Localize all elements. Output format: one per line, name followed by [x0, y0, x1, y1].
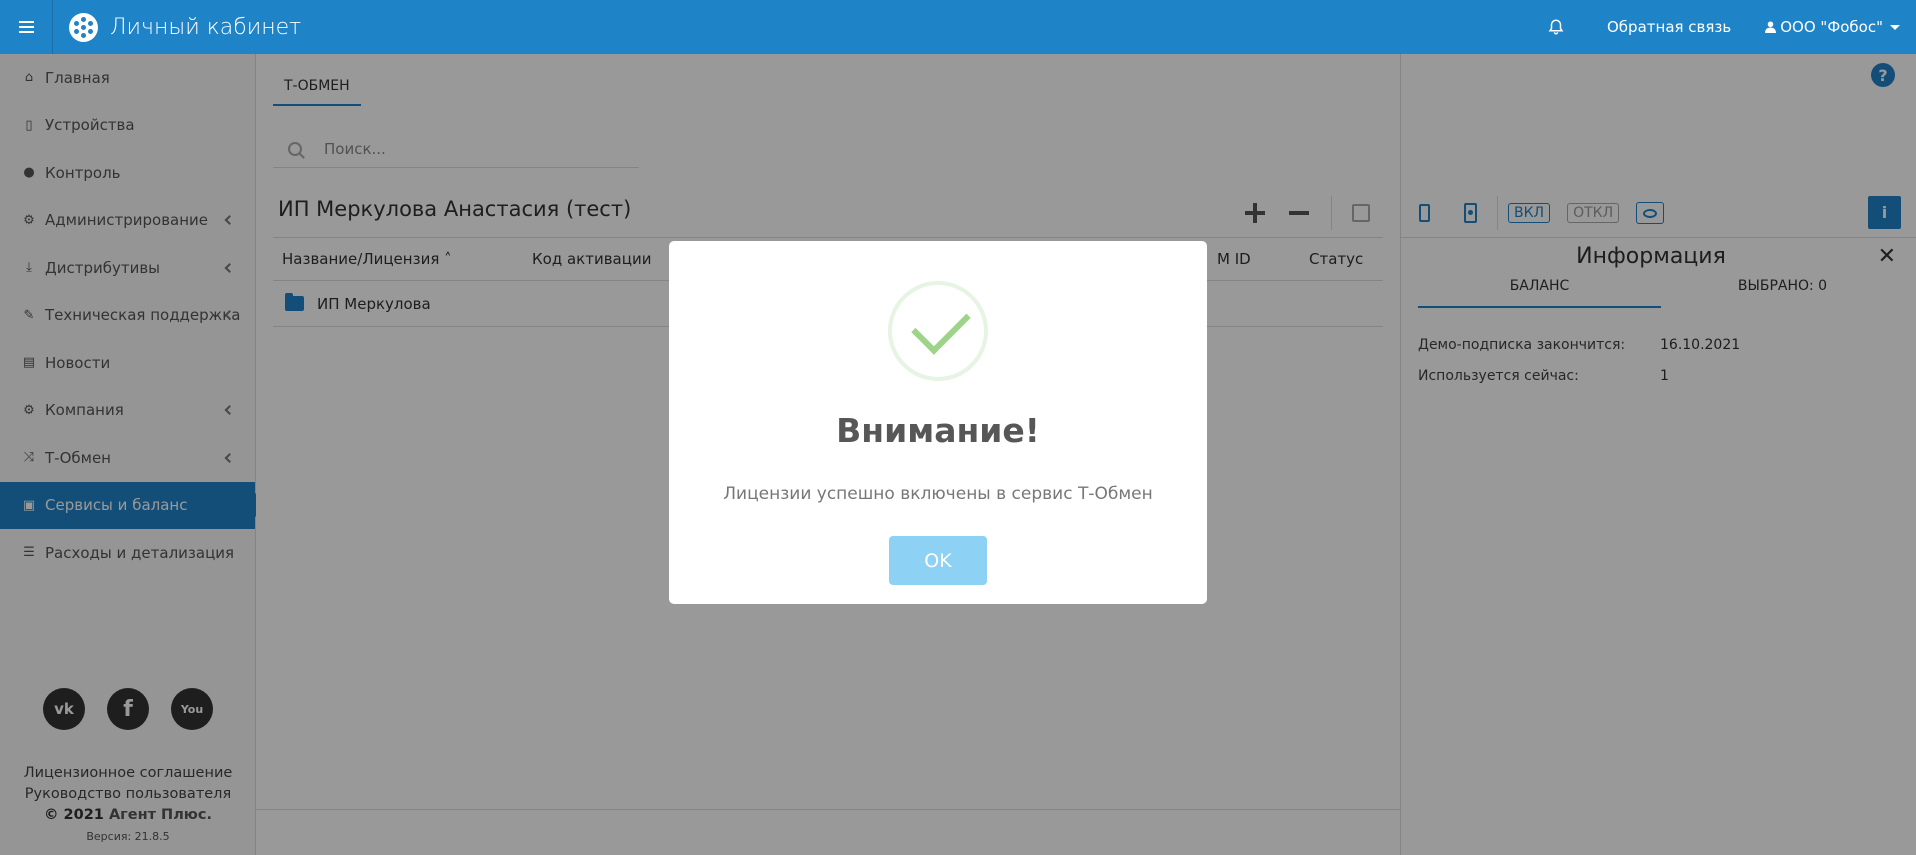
- dialog-title: Внимание!: [836, 411, 1040, 450]
- top-bar: Личный кабинет Обратная связь ООО "Фобос…: [0, 0, 1916, 54]
- feedback-link[interactable]: Обратная связь: [1607, 18, 1731, 36]
- ok-button[interactable]: OK: [889, 536, 987, 585]
- app-title: Личный кабинет: [110, 14, 302, 40]
- bell-icon[interactable]: [1547, 18, 1565, 36]
- logo-icon: [69, 12, 98, 42]
- success-check-icon: [888, 281, 988, 381]
- dialog-message: Лицензии успешно включены в сервис Т-Обм…: [723, 484, 1153, 504]
- menu-toggle-button[interactable]: [0, 0, 53, 54]
- hamburger-icon: [18, 26, 34, 28]
- logo[interactable]: Личный кабинет: [69, 12, 302, 42]
- user-icon: [1765, 21, 1777, 33]
- alert-dialog: Внимание! Лицензии успешно включены в се…: [669, 241, 1207, 604]
- account-name: ООО "Фобос": [1780, 18, 1883, 36]
- caret-down-icon: [1890, 24, 1900, 30]
- account-menu[interactable]: ООО "Фобос": [1765, 18, 1900, 36]
